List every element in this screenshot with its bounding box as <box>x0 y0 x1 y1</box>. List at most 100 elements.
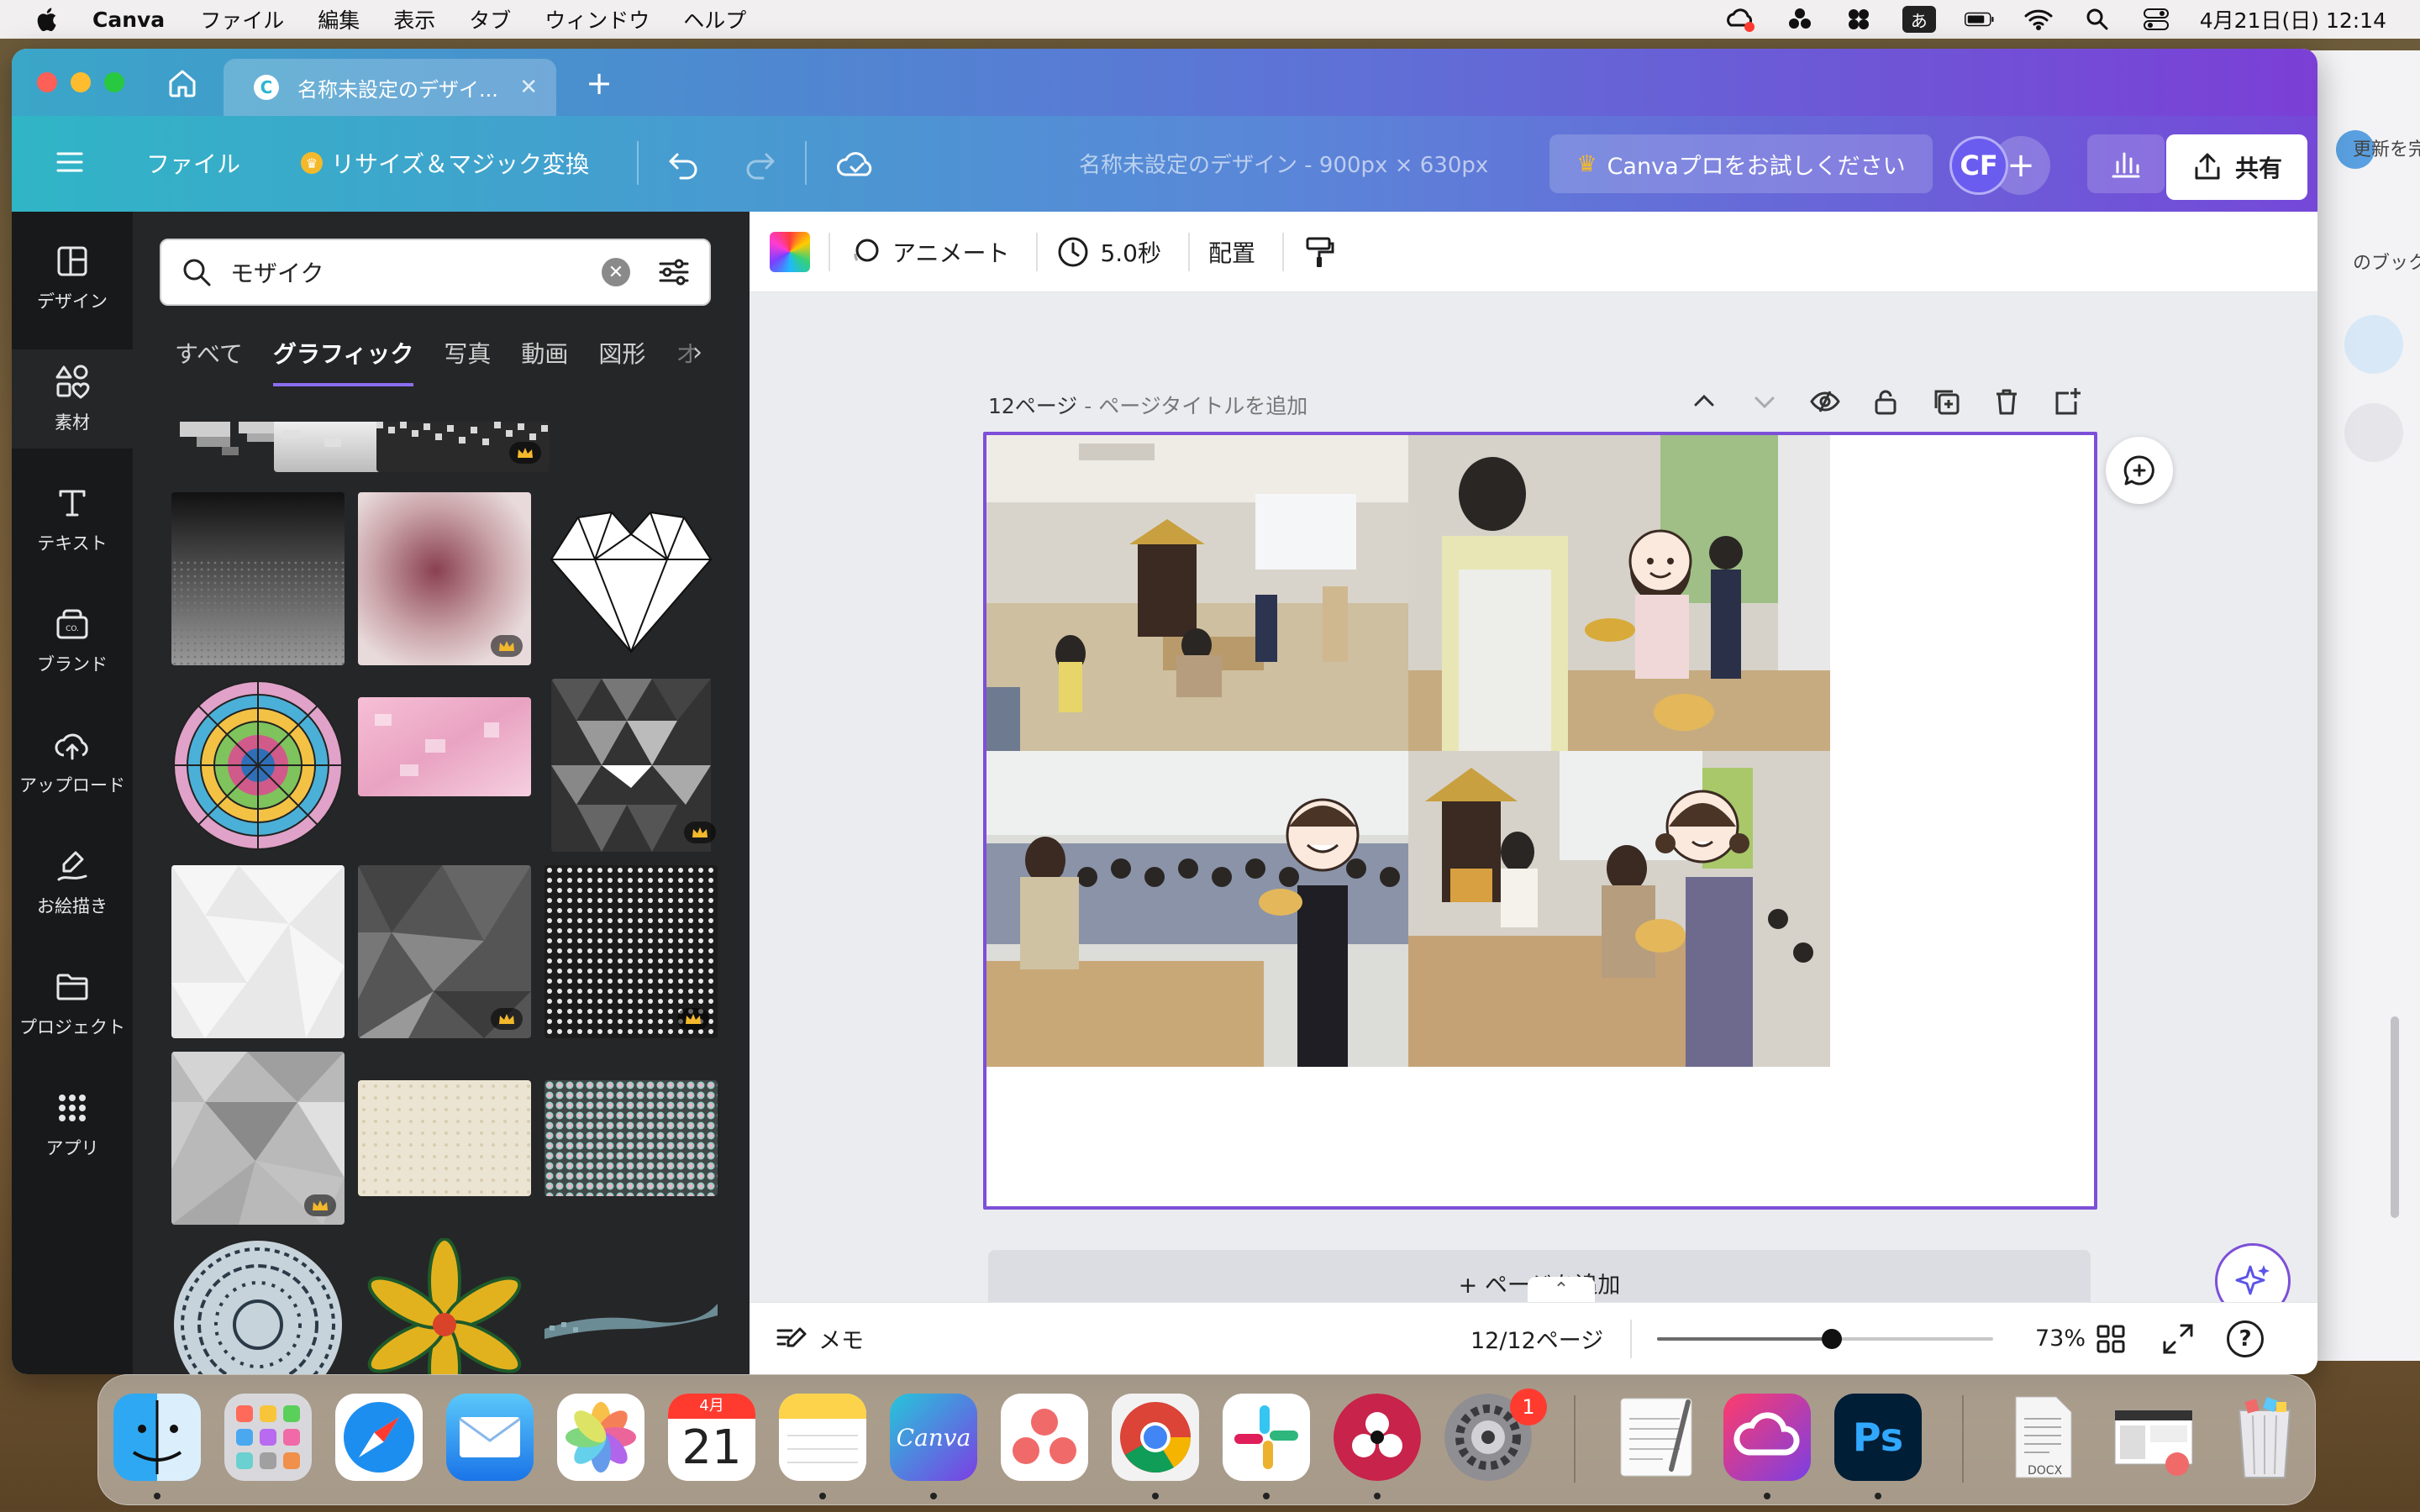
insights-button[interactable] <box>2087 134 2165 193</box>
graphic-tile[interactable] <box>171 492 345 665</box>
tab-videos[interactable]: 動画 <box>521 336 568 386</box>
tab-all[interactable]: すべて <box>175 336 243 386</box>
dock-creative-cloud-icon[interactable] <box>1723 1394 1811 1481</box>
graphic-tile[interactable] <box>544 492 718 665</box>
page-counter[interactable]: 12/12ページ <box>1470 1322 1603 1355</box>
dock-safari-icon[interactable] <box>335 1394 423 1481</box>
user-avatar[interactable]: CF <box>1949 136 2008 195</box>
graphic-tile[interactable] <box>171 865 345 1038</box>
color-picker-swatch[interactable] <box>770 231 810 272</box>
dock-photos-icon[interactable] <box>557 1394 644 1481</box>
grid-view-icon[interactable] <box>2094 1322 2128 1356</box>
menu-file[interactable]: ファイル <box>200 4 284 34</box>
menu-bar-clock[interactable]: 4月21日(日) 12:14 <box>2200 4 2386 34</box>
zoom-slider-thumb[interactable] <box>1822 1329 1842 1349</box>
photo-offering[interactable] <box>1408 435 1830 751</box>
zoom-window-button[interactable] <box>104 72 124 92</box>
creative-cloud-status-icon[interactable] <box>1726 7 1756 32</box>
graphic-tile[interactable] <box>171 1052 345 1225</box>
rail-item-apps[interactable]: アプリ <box>12 1075 133 1174</box>
menu-help[interactable]: ヘルプ <box>683 4 746 34</box>
dock-finder-icon[interactable] <box>113 1394 201 1481</box>
photo-classroom[interactable] <box>986 435 1408 751</box>
rail-item-projects[interactable]: プロジェクト <box>12 954 133 1053</box>
tab-shapes[interactable]: 図形 <box>598 336 645 386</box>
duration-button[interactable]: 5.0秒 <box>1056 235 1161 269</box>
notes-button[interactable]: メモ <box>775 1322 864 1356</box>
chevron-right-icon[interactable]: › <box>692 338 702 367</box>
position-button[interactable]: 配置 <box>1208 235 1255 269</box>
animate-button[interactable]: アニメート <box>849 235 1009 269</box>
dock-mail-icon[interactable] <box>446 1394 534 1481</box>
battery-icon[interactable] <box>1964 7 1995 32</box>
dock-asana-icon[interactable] <box>1001 1394 1088 1481</box>
home-icon[interactable] <box>163 64 202 102</box>
trash-icon[interactable] <box>1991 386 2022 417</box>
show-pages-chevron-up-icon[interactable]: ⌃ <box>1528 1277 1595 1302</box>
control-center-icon[interactable] <box>2141 7 2171 32</box>
rail-item-upload[interactable]: アップロード <box>12 712 133 811</box>
rail-item-draw[interactable]: お絵描き <box>12 833 133 932</box>
clear-search-icon[interactable]: ✕ <box>602 258 630 286</box>
dock-screenshot-stack-icon[interactable] <box>2110 1394 2197 1481</box>
page-header[interactable]: 12ページ - ページタイトルを追加 <box>988 390 1307 420</box>
rail-item-text[interactable]: テキスト <box>12 470 133 570</box>
background-window-button-2[interactable] <box>2344 403 2403 462</box>
spotlight-search-icon[interactable] <box>2082 7 2112 32</box>
page-title-placeholder[interactable]: - ページタイトルを追加 <box>1077 394 1307 418</box>
hamburger-menu-icon[interactable] <box>55 148 84 176</box>
tab-photos[interactable]: 写真 <box>444 336 491 386</box>
chevron-up-icon[interactable] <box>1689 386 1719 417</box>
graphic-tile[interactable] <box>358 492 531 665</box>
dock-textedit-icon[interactable] <box>1612 1394 1700 1481</box>
dock-launchpad-icon[interactable] <box>224 1394 312 1481</box>
wifi-icon[interactable] <box>2023 7 2054 32</box>
browser-tab[interactable]: C 名称未設定のデザイ... ✕ <box>224 59 556 116</box>
background-window[interactable]: 更新を完 のブック <box>2302 50 2420 1361</box>
close-window-button[interactable] <box>37 72 57 92</box>
chevron-down-icon[interactable] <box>1749 386 1780 417</box>
duplicate-page-icon[interactable] <box>1931 386 1961 417</box>
hide-page-eye-icon[interactable] <box>1810 386 1840 417</box>
menu-app-name[interactable]: Canva <box>92 8 165 32</box>
help-button[interactable]: ? <box>2227 1320 2264 1357</box>
document-title[interactable]: 名称未設定のデザイン - 900px × 630px <box>1079 148 1488 179</box>
redo-icon[interactable] <box>739 144 778 183</box>
file-menu-button[interactable]: ファイル <box>146 146 240 180</box>
slack-status-icon[interactable] <box>1844 7 1874 32</box>
dock-canva-icon[interactable]: Canva <box>890 1394 977 1481</box>
dock-circle-app-icon[interactable] <box>1334 1394 1421 1481</box>
copy-style-button[interactable] <box>1302 235 1336 269</box>
resize-magic-button[interactable]: ♛ リサイズ＆マジック変換 <box>301 146 589 180</box>
undo-icon[interactable] <box>666 144 704 183</box>
graphic-tile[interactable] <box>171 679 345 852</box>
menu-tab[interactable]: タブ <box>469 4 511 34</box>
dock-docx-file-icon[interactable]: DOCX <box>1999 1394 2086 1481</box>
photo-shrine[interactable] <box>1408 751 1830 1067</box>
graphic-tile[interactable] <box>544 865 718 1038</box>
add-page-icon[interactable] <box>2052 386 2082 417</box>
add-comment-icon[interactable] <box>2106 437 2173 504</box>
dock-photoshop-icon[interactable]: Ps <box>1834 1394 1922 1481</box>
graphic-tile[interactable] <box>551 679 724 852</box>
dock-calendar-icon[interactable]: 4月 21 <box>668 1394 755 1481</box>
background-window-scrollbar[interactable] <box>2391 1016 2399 1218</box>
search-input[interactable] <box>230 258 602 286</box>
graphic-tile[interactable] <box>544 1295 718 1346</box>
graphic-tile[interactable] <box>171 1238 345 1374</box>
menu-edit[interactable]: 編集 <box>318 4 360 34</box>
background-window-button-1[interactable] <box>2344 315 2403 374</box>
dock-slack-icon[interactable] <box>1223 1394 1310 1481</box>
lock-icon[interactable] <box>1870 386 1901 417</box>
graphic-tile[interactable] <box>376 422 550 472</box>
tab-graphics[interactable]: グラフィック <box>272 336 414 386</box>
graphic-tile[interactable] <box>358 865 531 1038</box>
menu-window[interactable]: ウィンドウ <box>544 4 650 34</box>
graphic-tile[interactable] <box>358 697 531 796</box>
dock-trash-icon[interactable] <box>2221 1394 2308 1481</box>
fullscreen-icon[interactable] <box>2161 1322 2195 1356</box>
new-tab-plus-icon[interactable]: + <box>580 64 618 102</box>
cloud-saved-icon[interactable] <box>835 144 877 183</box>
dock-chrome-icon[interactable] <box>1112 1394 1199 1481</box>
minimize-window-button[interactable] <box>71 72 91 92</box>
